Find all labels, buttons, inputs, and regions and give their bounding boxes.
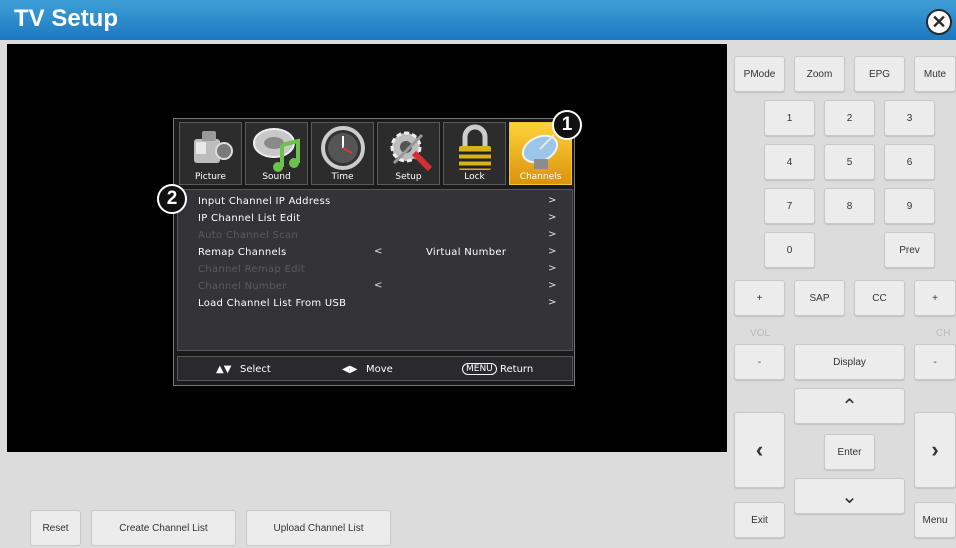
- close-icon: ✕: [931, 12, 947, 32]
- tools-icon: [390, 131, 433, 172]
- chevron-left-icon[interactable]: <: [374, 246, 383, 257]
- close-button[interactable]: ✕: [926, 9, 952, 35]
- nav-left-button[interactable]: ‹: [734, 412, 785, 488]
- chevron-right-icon: >: [548, 229, 557, 240]
- menu-item-channel-number: Channel Number < >: [198, 280, 557, 292]
- menu-item-input-channel-ip[interactable]: Input Channel IP Address >: [178, 193, 572, 210]
- tab-label: Sound: [262, 172, 291, 182]
- reset-button[interactable]: Reset: [30, 510, 81, 546]
- digit-1-button[interactable]: 1: [764, 100, 815, 136]
- menu-item-load-channel-list-usb[interactable]: Load Channel List From USB >: [178, 295, 572, 312]
- exit-button[interactable]: Exit: [734, 502, 785, 538]
- nav-up-button[interactable]: ⌃: [794, 388, 905, 424]
- digit-7-button[interactable]: 7: [764, 188, 815, 224]
- tab-picture[interactable]: Picture: [179, 122, 242, 185]
- up-down-icon: ▲▼: [216, 364, 232, 375]
- tab-setup[interactable]: Setup: [377, 122, 440, 185]
- create-channel-list-button[interactable]: Create Channel List: [91, 510, 236, 546]
- menu-button[interactable]: Menu: [914, 502, 956, 538]
- upload-channel-list-button[interactable]: Upload Channel List: [246, 510, 391, 546]
- digit-0-button[interactable]: 0: [764, 232, 815, 268]
- digit-8-button[interactable]: 8: [824, 188, 875, 224]
- chevron-right-icon: >: [548, 195, 557, 206]
- hint-select: Select: [240, 364, 271, 375]
- tab-label: Setup: [395, 172, 422, 182]
- chevron-down-icon: ⌄: [841, 485, 858, 508]
- digit-6-button[interactable]: 6: [884, 144, 935, 180]
- tab-sound[interactable]: Sound: [245, 122, 308, 185]
- tab-lock[interactable]: Lock: [443, 122, 506, 185]
- chevron-left-icon: <: [374, 280, 383, 291]
- digit-5-button[interactable]: 5: [824, 144, 875, 180]
- hint-move: Move: [366, 364, 393, 375]
- clock-icon: [321, 126, 365, 170]
- chevron-up-icon: ⌃: [841, 395, 858, 418]
- digit-9-button[interactable]: 9: [884, 188, 935, 224]
- chevron-right-icon: >: [548, 263, 557, 274]
- osd-menu: Picture Sound Time Setup Lock Channels I…: [173, 118, 575, 386]
- chevron-right-icon: >: [548, 280, 557, 291]
- tab-label: Lock: [464, 172, 485, 182]
- chevron-right-icon[interactable]: >: [548, 246, 557, 257]
- ch-label: CH: [936, 328, 951, 339]
- tab-time[interactable]: Time: [311, 122, 374, 185]
- digit-4-button[interactable]: 4: [764, 144, 815, 180]
- window-title: TV Setup: [14, 5, 119, 32]
- digit-2-button[interactable]: 2: [824, 100, 875, 136]
- menu-item-channel-remap-edit: Channel Remap Edit >: [198, 263, 557, 275]
- ch-down-button[interactable]: -: [914, 344, 956, 380]
- digit-3-button[interactable]: 3: [884, 100, 935, 136]
- chevron-left-icon: ‹: [755, 437, 764, 462]
- enter-button[interactable]: Enter: [824, 434, 875, 470]
- camera-icon: [194, 131, 233, 163]
- prev-button[interactable]: Prev: [884, 232, 935, 268]
- tab-label: Channels: [519, 172, 562, 182]
- hint-return: Return: [500, 364, 534, 375]
- nav-right-button[interactable]: ›: [914, 412, 956, 488]
- nav-down-button[interactable]: ⌄: [794, 478, 905, 514]
- tab-label: Picture: [195, 172, 226, 182]
- display-button[interactable]: Display: [794, 344, 905, 380]
- osd-hint-bar: ▲▼ Select ◀▶ Move MENU Return: [177, 356, 573, 381]
- vol-label: VOL: [750, 328, 771, 339]
- chevron-right-icon: >: [548, 212, 557, 223]
- padlock-icon: [459, 124, 491, 170]
- callout-2: 2: [157, 184, 187, 214]
- title-bar: TV Setup ✕: [0, 0, 956, 40]
- left-right-icon: ◀▶: [342, 364, 358, 375]
- chevron-right-icon: >: [548, 297, 557, 308]
- ch-up-button[interactable]: +: [914, 280, 956, 316]
- menu-item-auto-channel-scan: Auto Channel Scan >: [198, 229, 557, 241]
- music-note-icon: [253, 128, 300, 172]
- sap-button[interactable]: SAP: [794, 280, 845, 316]
- tab-label: Time: [331, 172, 354, 182]
- chevron-right-icon: ›: [931, 437, 939, 462]
- menu-key-icon: MENU: [462, 363, 497, 375]
- epg-button[interactable]: EPG: [854, 56, 905, 92]
- remap-channels-value: Virtual Number: [426, 247, 507, 258]
- menu-item-remap-channels[interactable]: Remap Channels < Virtual Number >: [178, 244, 572, 261]
- cc-button[interactable]: CC: [854, 280, 905, 316]
- channel-menu-list: Input Channel IP Address > IP Channel Li…: [177, 189, 573, 351]
- pmode-button[interactable]: PMode: [734, 56, 785, 92]
- menu-tabs: Picture Sound Time Setup Lock Channels: [177, 122, 573, 186]
- callout-1: 1: [552, 110, 582, 140]
- menu-item-ip-channel-list-edit[interactable]: IP Channel List Edit >: [178, 210, 572, 227]
- mute-button[interactable]: Mute: [914, 56, 956, 92]
- tv-screen: Picture Sound Time Setup Lock Channels I…: [7, 44, 727, 452]
- zoom-button[interactable]: Zoom: [794, 56, 845, 92]
- vol-up-button[interactable]: +: [734, 280, 785, 316]
- vol-down-button[interactable]: -: [734, 344, 785, 380]
